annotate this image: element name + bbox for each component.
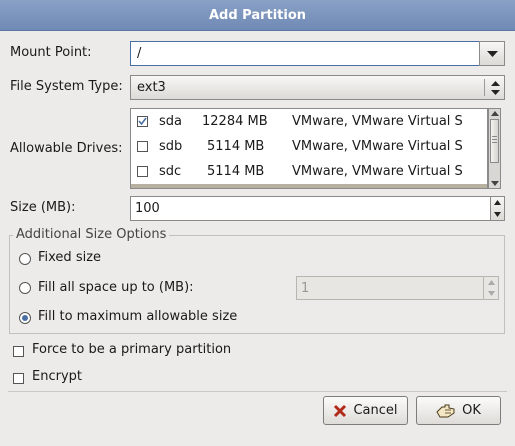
chevron-down-icon <box>487 51 498 57</box>
vertical-scrollbar[interactable] <box>488 108 501 189</box>
drive-row[interactable]: sdc 5114 MB VMware, VMware Virtual S <box>131 159 487 184</box>
dialog-separator <box>8 391 507 392</box>
drive-size: 5114 MB <box>207 164 265 179</box>
spin-down-icon[interactable] <box>494 212 501 217</box>
mount-point-value: / <box>137 46 142 61</box>
fill-max-radio[interactable] <box>19 312 31 324</box>
force-primary-checkbox[interactable] <box>13 346 24 357</box>
spin-up-icon[interactable] <box>488 280 495 285</box>
size-label: Size (MB): <box>10 200 76 215</box>
fixed-size-radio[interactable] <box>19 253 31 265</box>
fs-type-select[interactable]: ext3 <box>130 75 505 100</box>
spin-up-icon[interactable] <box>494 200 501 205</box>
drive-checkbox[interactable] <box>137 166 148 177</box>
fill-upto-input[interactable]: 1 <box>296 276 484 300</box>
updown-arrows-icon <box>491 81 500 95</box>
drive-row[interactable]: sda 12284 MB VMware, VMware Virtual S <box>131 109 487 134</box>
drive-checkbox[interactable] <box>137 141 148 152</box>
encrypt-label[interactable]: Encrypt <box>32 369 82 384</box>
fs-type-value: ext3 <box>137 80 166 95</box>
fixed-size-label[interactable]: Fixed size <box>38 250 101 265</box>
drive-row[interactable]: sdb 5114 MB VMware, VMware Virtual S <box>131 134 487 159</box>
fill-upto-spinner[interactable] <box>483 276 499 300</box>
window-title: Add Partition <box>208 7 307 23</box>
allowable-drives-label: Allowable Drives: <box>10 141 123 156</box>
ok-button[interactable]: OK <box>416 396 501 425</box>
ok-hand-icon <box>436 404 455 417</box>
checkmark-icon <box>138 117 147 126</box>
size-spinner[interactable] <box>490 196 505 221</box>
fill-max-label[interactable]: Fill to maximum allowable size <box>38 309 237 324</box>
cancel-button-label: Cancel <box>353 403 398 418</box>
scroll-down-icon[interactable] <box>491 181 499 186</box>
fill-upto-label[interactable]: Fill all space up to (MB): <box>38 280 194 295</box>
window-titlebar: Add Partition <box>0 0 515 31</box>
ok-button-label: OK <box>462 403 481 418</box>
drive-model: VMware, VMware Virtual S <box>292 114 463 129</box>
fill-upto-value: 1 <box>301 281 310 296</box>
mount-point-dropdown-button[interactable] <box>479 41 505 66</box>
size-value: 100 <box>135 201 160 216</box>
drive-size: 5114 MB <box>207 139 265 154</box>
scrollbar-thumb[interactable] <box>490 119 499 163</box>
cancel-button[interactable]: Cancel <box>323 396 408 425</box>
fs-type-label: File System Type: <box>10 79 123 94</box>
spin-down-icon[interactable] <box>488 291 495 296</box>
fill-upto-radio[interactable] <box>19 282 31 294</box>
mount-point-label: Mount Point: <box>10 45 92 60</box>
cancel-x-icon <box>334 404 347 417</box>
drives-list[interactable]: sda 12284 MB VMware, VMware Virtual S sd… <box>130 108 488 189</box>
additional-size-options-legend: Additional Size Options <box>13 227 170 242</box>
drive-name: sdb <box>159 139 183 154</box>
horizontal-scrollbar[interactable] <box>131 184 487 188</box>
encrypt-checkbox[interactable] <box>13 373 24 384</box>
drive-name: sda <box>159 114 182 129</box>
force-primary-label[interactable]: Force to be a primary partition <box>32 342 231 357</box>
drive-model: VMware, VMware Virtual S <box>292 164 463 179</box>
drive-model: VMware, VMware Virtual S <box>292 139 463 154</box>
mount-point-input[interactable]: / <box>130 41 480 66</box>
size-input[interactable]: 100 <box>130 196 491 221</box>
scroll-up-icon[interactable] <box>491 111 499 116</box>
drive-checkbox[interactable] <box>137 116 148 127</box>
drive-name: sdc <box>159 164 182 179</box>
drive-size: 12284 MB <box>202 114 268 129</box>
fs-type-divider <box>484 79 485 96</box>
